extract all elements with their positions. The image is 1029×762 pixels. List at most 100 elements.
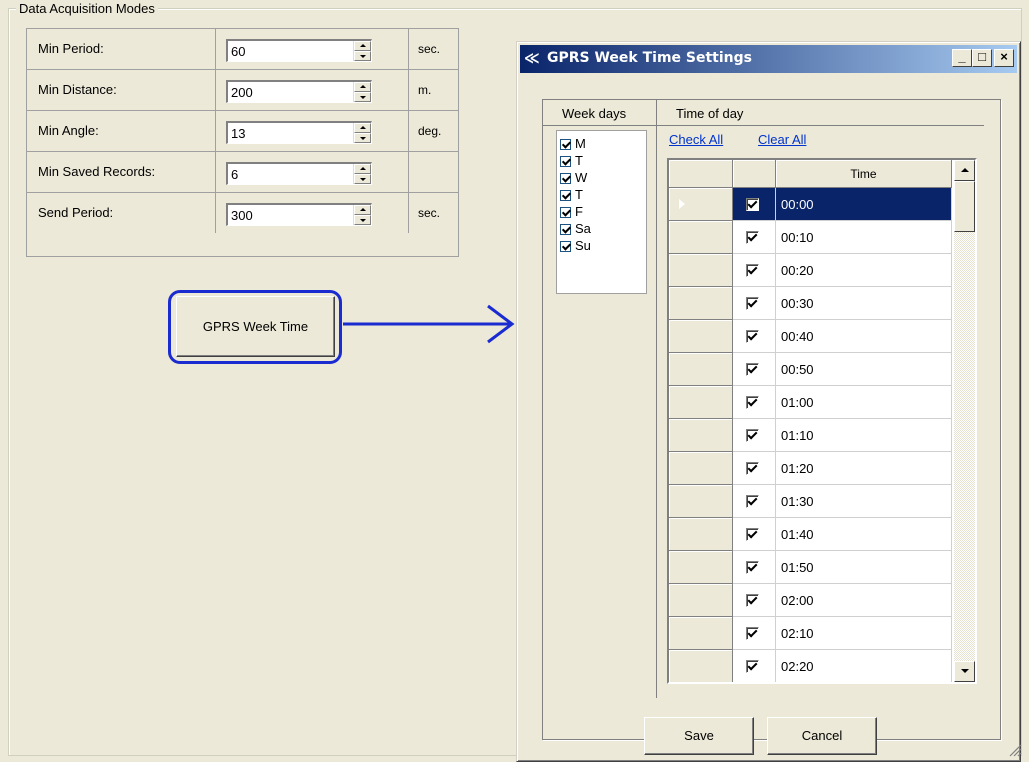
row-header[interactable] [669,617,733,650]
row-header[interactable] [669,650,733,682]
row-header[interactable] [669,452,733,485]
checkbox-icon[interactable] [746,231,759,244]
spin-up-icon[interactable] [354,205,371,215]
time-cell[interactable]: 01:50 [776,551,952,584]
spin-down-icon[interactable] [354,215,371,225]
checkbox-icon[interactable] [746,429,759,442]
checkbox-icon[interactable] [746,528,759,541]
time-cell[interactable]: 01:30 [776,485,952,518]
table-row[interactable]: 00:50 [669,353,952,386]
min-saved-records-spinner[interactable]: 6 [226,162,372,185]
checkbox-icon[interactable] [560,190,571,202]
dialog-titlebar[interactable]: ≪ GPRS Week Time Settings _ □ × [520,45,1017,73]
clear-all-link[interactable]: Clear All [758,132,806,147]
row-header[interactable] [669,353,733,386]
weekday-item[interactable]: Sa [560,222,591,236]
time-cell[interactable]: 00:50 [776,353,952,386]
table-row[interactable]: 01:00 [669,386,952,419]
row-header[interactable] [669,320,733,353]
spin-up-icon[interactable] [354,41,371,51]
time-cell[interactable]: 00:30 [776,287,952,320]
min-period-spinner[interactable]: 60 [226,39,372,62]
spinner-value[interactable]: 6 [231,167,238,182]
checkbox-icon[interactable] [746,627,759,640]
time-cell[interactable]: 00:10 [776,221,952,254]
spinner-value[interactable]: 60 [231,44,245,59]
row-header[interactable] [669,386,733,419]
checkbox-icon[interactable] [746,363,759,376]
spin-down-icon[interactable] [354,51,371,61]
spin-up-icon[interactable] [354,82,371,92]
row-header[interactable] [669,287,733,320]
checkbox-icon[interactable] [746,660,759,673]
check-all-link[interactable]: Check All [669,132,723,147]
min-distance-spinner[interactable]: 200 [226,80,372,103]
table-row[interactable]: 02:00 [669,584,952,617]
checkbox-icon[interactable] [560,207,571,219]
table-row[interactable]: 00:20 [669,254,952,287]
time-cell[interactable]: 00:00 [776,188,952,221]
minimize-icon[interactable]: _ [952,49,972,67]
maximize-icon[interactable]: □ [972,49,992,67]
spin-up-icon[interactable] [354,164,371,174]
checkbox-icon[interactable] [746,396,759,409]
min-angle-spinner[interactable]: 13 [226,121,372,144]
checkbox-icon[interactable] [746,264,759,277]
spin-down-icon[interactable] [354,174,371,184]
table-row[interactable]: 00:10 [669,221,952,254]
time-cell[interactable]: 01:40 [776,518,952,551]
scroll-up-icon[interactable] [954,160,975,181]
table-row[interactable]: 02:20 [669,650,952,682]
spinner-value[interactable]: 200 [231,85,253,100]
row-header[interactable] [669,485,733,518]
checkbox-icon[interactable] [746,495,759,508]
row-header[interactable] [669,419,733,452]
table-row[interactable]: 00:00 [669,188,952,221]
checkbox-icon[interactable] [746,561,759,574]
table-row[interactable]: 01:20 [669,452,952,485]
check-column-header[interactable] [733,160,776,188]
row-header[interactable] [669,254,733,287]
checkbox-icon[interactable] [560,139,571,151]
vertical-scrollbar[interactable] [954,160,975,682]
table-row[interactable]: 01:40 [669,518,952,551]
checkbox-icon[interactable] [560,241,571,253]
row-header[interactable] [669,221,733,254]
table-row[interactable]: 00:30 [669,287,952,320]
close-icon[interactable]: × [994,49,1014,67]
checkbox-icon[interactable] [746,330,759,343]
spin-down-icon[interactable] [354,92,371,102]
time-column-header[interactable]: Time [776,160,952,188]
checkbox-icon[interactable] [560,173,571,185]
time-cell[interactable]: 01:20 [776,452,952,485]
weekday-item[interactable]: Su [560,239,591,253]
row-header[interactable] [669,518,733,551]
weekday-item[interactable]: T [560,188,583,202]
checkbox-icon[interactable] [746,198,759,211]
spinner-value[interactable]: 13 [231,126,245,141]
time-cell[interactable]: 00:40 [776,320,952,353]
time-cell[interactable]: 02:20 [776,650,952,682]
checkbox-icon[interactable] [746,297,759,310]
weekday-item[interactable]: F [560,205,583,219]
resize-grip-icon[interactable] [1008,743,1022,757]
spinner-value[interactable]: 300 [231,208,253,223]
time-cell[interactable]: 01:10 [776,419,952,452]
checkbox-icon[interactable] [746,594,759,607]
table-row[interactable]: 02:10 [669,617,952,650]
weekday-item[interactable]: M [560,137,586,151]
time-cell[interactable]: 02:10 [776,617,952,650]
checkbox-icon[interactable] [560,156,571,168]
table-row[interactable]: 01:50 [669,551,952,584]
spin-up-icon[interactable] [354,123,371,133]
save-button[interactable]: Save [644,717,754,755]
weekday-item[interactable]: T [560,154,583,168]
cancel-button[interactable]: Cancel [767,717,877,755]
checkbox-icon[interactable] [746,462,759,475]
time-cell[interactable]: 02:00 [776,584,952,617]
row-header[interactable] [669,584,733,617]
scroll-down-icon[interactable] [954,661,975,682]
checkbox-icon[interactable] [560,224,571,236]
row-header[interactable] [669,551,733,584]
table-row[interactable]: 01:10 [669,419,952,452]
